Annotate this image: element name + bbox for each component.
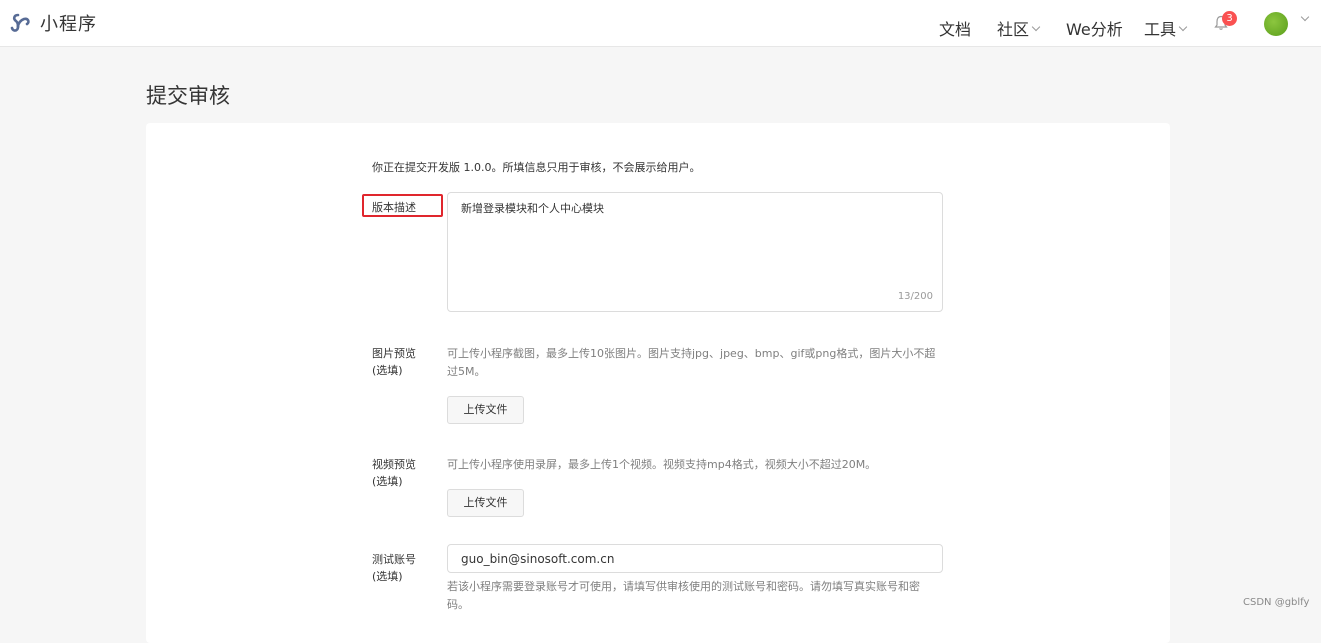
- upload-video-button[interactable]: 上传文件: [447, 489, 524, 517]
- app-title: 小程序: [40, 14, 97, 35]
- logo[interactable]: 小程序: [9, 11, 97, 35]
- test-account-value: guo_bin@sinosoft.com.cn: [461, 552, 615, 566]
- char-counter: 13/200: [897, 291, 933, 302]
- image-preview-label-line1: 图片预览: [372, 347, 416, 360]
- test-account-label: 测试账号 (选填): [372, 551, 416, 585]
- watermark: CSDN @gblfy: [1243, 597, 1310, 608]
- intro-text: 你正在提交开发版 1.0.0。所填信息只用于审核，不会展示给用户。: [372, 161, 701, 174]
- video-preview-label-line1: 视频预览: [372, 458, 416, 471]
- image-preview-help: 可上传小程序截图，最多上传10张图片。图片支持jpg、jpeg、bmp、gif或…: [447, 345, 947, 381]
- avatar[interactable]: [1264, 12, 1288, 36]
- chevron-down-icon: [1178, 22, 1188, 31]
- video-preview-help: 可上传小程序使用录屏，最多上传1个视频。视频支持mp4格式，视频大小不超过20M…: [447, 458, 877, 471]
- version-desc-label: 版本描述: [372, 201, 416, 214]
- chevron-down-icon: [1031, 22, 1041, 31]
- test-account-input[interactable]: guo_bin@sinosoft.com.cn: [447, 544, 943, 573]
- video-preview-label: 视频预览 (选填): [372, 456, 416, 490]
- nav-docs[interactable]: 文档: [939, 16, 971, 40]
- nav-tools-label: 工具: [1144, 20, 1177, 39]
- chevron-down-icon[interactable]: [1300, 12, 1310, 22]
- version-desc-value: 新增登录模块和个人中心模块: [461, 202, 604, 215]
- nav-community[interactable]: 社区: [997, 16, 1041, 40]
- nav-community-label: 社区: [997, 20, 1030, 39]
- image-preview-label-line2: (选填): [372, 364, 403, 377]
- test-account-help: 若该小程序需要登录账号才可使用，请填写供审核使用的测试账号和密码。请勿填写真实账…: [447, 578, 947, 614]
- image-preview-help-line2: 过5M。: [447, 365, 486, 378]
- image-preview-help-line1: 可上传小程序截图，最多上传10张图片。图片支持jpg、jpeg、bmp、gif或…: [447, 347, 936, 360]
- test-account-help-line2: 码。: [447, 598, 469, 611]
- test-account-label-line1: 测试账号: [372, 553, 416, 566]
- nav-docs-label: 文档: [939, 20, 972, 39]
- nav-tools[interactable]: 工具: [1144, 16, 1188, 40]
- upload-image-button[interactable]: 上传文件: [447, 396, 524, 424]
- video-preview-label-line2: (选填): [372, 475, 403, 488]
- nav-analytics[interactable]: We分析: [1066, 16, 1123, 40]
- nav-analytics-label: We分析: [1066, 20, 1123, 39]
- test-account-label-line2: (选填): [372, 570, 403, 583]
- notification-badge: 3: [1222, 11, 1237, 26]
- miniprogram-logo-icon: [10, 13, 30, 32]
- test-account-help-line1: 若该小程序需要登录账号才可使用，请填写供审核使用的测试账号和密码。请勿填写真实账…: [447, 580, 920, 593]
- version-desc-textarea[interactable]: 新增登录模块和个人中心模块 13/200: [447, 192, 943, 312]
- image-preview-label: 图片预览 (选填): [372, 345, 416, 379]
- top-bar: 小程序 文档 社区 We分析 工具 3: [0, 0, 1321, 47]
- page-title: 提交审核: [146, 84, 230, 108]
